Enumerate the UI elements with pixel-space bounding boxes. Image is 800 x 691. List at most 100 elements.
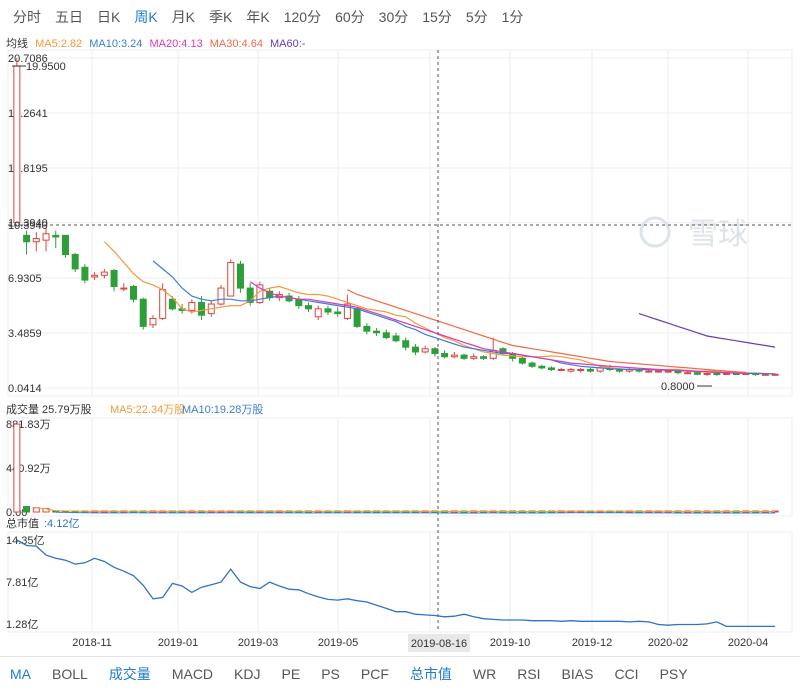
x-tick-label: 2019-01 [158, 637, 198, 649]
indicator-bar: MA BOLL 成交量 MACD KDJ PE PS PCF 总市值 WR RSI BIAS CCI PS… [0, 656, 800, 691]
candle-body [684, 372, 692, 375]
indicator-9[interactable]: WR [473, 666, 496, 682]
candle-body [528, 362, 536, 367]
indicator-12[interactable]: CCI [614, 666, 638, 682]
indicator-5[interactable]: PE [282, 666, 301, 682]
x-tick-label: 2019-03 [238, 637, 278, 649]
candle-body [217, 287, 225, 305]
candle-body [373, 330, 381, 334]
candle-body [402, 340, 410, 348]
ma-line-ma30 [347, 289, 747, 373]
low-annotation: 0.8000 [661, 381, 695, 393]
candle-body [713, 372, 721, 375]
candle-body [645, 370, 653, 373]
x-tick-label: 2019-12 [572, 637, 612, 649]
candle-body [295, 298, 303, 307]
indicator-3[interactable]: MACD [172, 666, 213, 682]
x-tick-label: 2019-10 [490, 637, 530, 649]
volume-bar [23, 506, 31, 513]
candle-body [538, 365, 546, 369]
candle-body [577, 369, 585, 372]
candle-body [693, 372, 701, 375]
candle-body [71, 254, 79, 270]
x-tick-label: 2020-04 [728, 637, 768, 649]
candle-body [227, 262, 235, 297]
candle-body [130, 285, 138, 300]
candle-body [13, 65, 21, 224]
crosshair-date-label: 2019-08-16 [411, 638, 467, 650]
candle-body [139, 298, 147, 327]
indicator-7[interactable]: PCF [361, 666, 389, 682]
candle-body [664, 370, 672, 373]
volume-y-tick: 440.92万 [6, 463, 51, 475]
ma-line-ma60 [638, 313, 776, 348]
candle-body [91, 274, 99, 278]
candle-body [518, 357, 526, 364]
candle-body [567, 369, 575, 372]
mcap-line [16, 539, 776, 628]
candle-body [431, 348, 439, 355]
candle-body [32, 238, 40, 243]
candle-body [392, 335, 400, 342]
candle-body [470, 356, 478, 359]
candle-body [334, 311, 342, 315]
indicator-1[interactable]: BOLL [52, 666, 88, 682]
candle-body [324, 308, 332, 313]
mcap-panel-frame [7, 531, 793, 633]
volume-y-tick: 881.83万 [6, 419, 51, 431]
candle-body [460, 354, 468, 359]
indicator-6[interactable]: PS [321, 666, 340, 682]
indicator-8[interactable]: 总市值 [410, 664, 452, 684]
candle-body [441, 353, 449, 358]
candle-body [188, 301, 196, 311]
candle-body [703, 372, 711, 375]
kline-chart[interactable]: 20.708617.264113.819510.39406.93053.4859… [0, 0, 800, 656]
x-tick-label: 2019-05 [318, 637, 358, 649]
crosshair-price-label: 10.3940 [8, 220, 48, 232]
candle-body [761, 373, 769, 376]
candle-body [421, 348, 429, 353]
price-y-tick: 3.4859 [8, 328, 42, 340]
candle-body [411, 346, 419, 353]
mcap-legend-title: 总市值 [6, 516, 39, 530]
candle-body [654, 370, 662, 373]
candle-body [771, 373, 779, 376]
watermark-logo: 雪球 [688, 217, 748, 252]
candle-body [110, 270, 118, 287]
mcap-legend-value: :4.12亿 [44, 517, 79, 530]
indicator-13[interactable]: PSY [660, 666, 688, 682]
x-tick-label: 2018-11 [72, 637, 112, 649]
candle-body [61, 234, 69, 256]
volume-ma5-line [36, 507, 776, 513]
candle-body [353, 308, 361, 327]
volume-bar [13, 423, 21, 513]
candle-body [363, 325, 371, 332]
mcap-y-tick: 1.28亿 [6, 618, 38, 631]
candle-body [450, 354, 458, 358]
candle-body [674, 370, 682, 374]
indicator-10[interactable]: RSI [517, 666, 540, 682]
candle-body [314, 308, 322, 318]
indicator-4[interactable]: KDJ [234, 666, 260, 682]
candle-body [81, 266, 89, 281]
volume-ma5-legend: MA5:22.34万股 [110, 403, 185, 416]
volume-ma10-legend: MA10:19.28万股 [182, 403, 263, 416]
candle-body [23, 234, 31, 243]
indicator-2[interactable]: 成交量 [109, 664, 151, 684]
volume-panel-frame [7, 417, 793, 517]
candle-body [479, 356, 487, 359]
candle-body [52, 234, 60, 238]
candle-body [586, 369, 594, 372]
indicator-0[interactable]: MA [10, 666, 31, 682]
candle-body [149, 317, 157, 326]
high-annotation: 19.9500 [26, 61, 66, 73]
volume-legend-title: 成交量 25.79万股 [6, 402, 92, 416]
price-y-tick: 6.9305 [8, 273, 42, 285]
indicator-11[interactable]: BIAS [562, 666, 594, 682]
candle-body [120, 287, 128, 290]
candle-body [42, 233, 50, 241]
candle-body [198, 301, 206, 316]
candle-body [100, 271, 108, 276]
candle-body [723, 372, 731, 375]
x-tick-label: 2020-02 [648, 637, 688, 649]
